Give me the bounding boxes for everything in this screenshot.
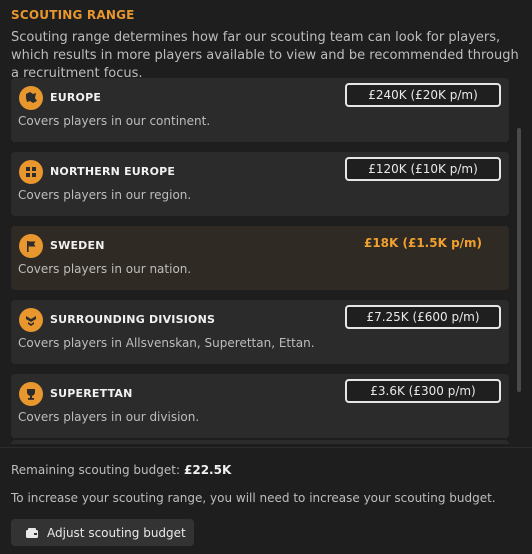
range-coverage: Covers players in Allsvenskan, Superetta… [18, 336, 315, 350]
budget-icon [25, 527, 39, 539]
price-button[interactable]: £7.25K (£600 p/m) [345, 305, 501, 329]
remaining-budget: Remaining scouting budget: £22.5K [11, 463, 231, 477]
adjust-button-label: Adjust scouting budget [47, 525, 186, 540]
range-coverage: Covers players in our region. [18, 188, 192, 202]
budget-label: Remaining scouting budget: [11, 463, 180, 477]
range-name: SUPERETTAN [50, 387, 133, 400]
section-title: SCOUTING RANGE [11, 8, 135, 22]
continent-icon [19, 86, 43, 110]
range-name: SWEDEN [50, 239, 105, 252]
list-item-partial [11, 440, 509, 444]
range-option-sweden[interactable]: SWEDEN Covers players in our nation. £18… [11, 226, 509, 290]
budget-note: To increase your scouting range, you wil… [11, 491, 496, 505]
divider [0, 447, 532, 448]
adjust-scouting-budget-button[interactable]: Adjust scouting budget [11, 519, 194, 546]
budget-value: £22.5K [184, 463, 232, 477]
section-description: Scouting range determines how far our sc… [11, 30, 519, 81]
range-coverage: Covers players in our nation. [18, 262, 192, 276]
range-option-northern-europe[interactable]: NORTHERN EUROPE Covers players in our re… [11, 152, 509, 216]
range-name: SURROUNDING DIVISIONS [50, 313, 216, 326]
scouting-range-list[interactable]: EUROPE Covers players in our continent. … [11, 78, 521, 444]
range-option-surrounding-divisions[interactable]: SURROUNDING DIVISIONS Covers players in … [11, 300, 509, 364]
range-option-europe[interactable]: EUROPE Covers players in our continent. … [11, 78, 509, 142]
price-button[interactable]: £120K (£10K p/m) [345, 157, 501, 181]
trophy-icon [19, 382, 43, 406]
range-coverage: Covers players in our continent. [18, 114, 211, 128]
divisions-icon [19, 308, 43, 332]
list-scrollbar[interactable] [517, 128, 521, 392]
region-icon [19, 160, 43, 184]
nation-flag-icon [19, 234, 43, 258]
range-name: NORTHERN EUROPE [50, 165, 176, 178]
range-coverage: Covers players in our division. [18, 410, 200, 424]
range-option-superettan[interactable]: SUPERETTAN Covers players in our divisio… [11, 374, 509, 438]
range-name: EUROPE [50, 91, 102, 104]
current-price-label: £18K (£1.5K p/m) [363, 236, 483, 250]
price-button[interactable]: £240K (£20K p/m) [345, 83, 501, 107]
price-button[interactable]: £3.6K (£300 p/m) [345, 379, 501, 403]
